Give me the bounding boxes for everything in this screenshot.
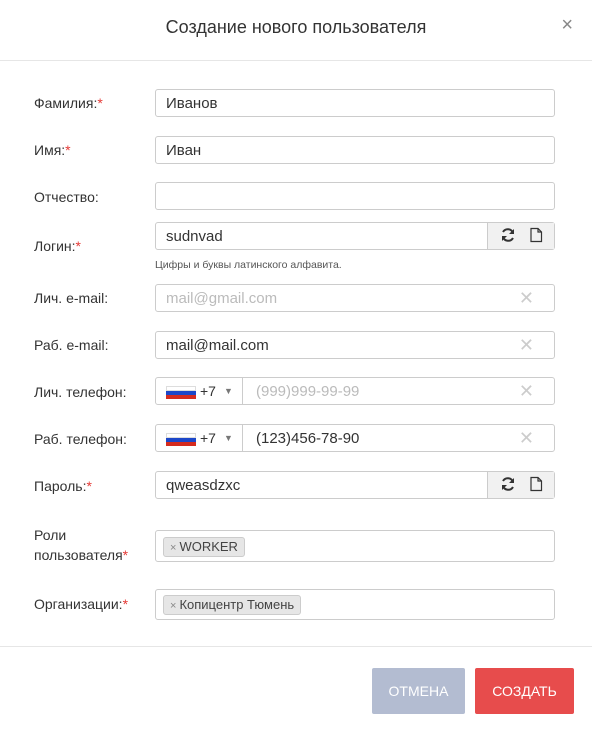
dialog-footer: Отмена Создать (0, 646, 592, 732)
organizations-select[interactable]: × Копицентр Тюмень (155, 589, 555, 620)
login-actions (487, 223, 554, 249)
work-email-input[interactable]: mail@mail.com ✕ (155, 331, 555, 359)
required-mark: * (97, 95, 103, 111)
personal-email-label: Лич. e-mail: (34, 290, 109, 306)
chevron-down-icon: ▼ (224, 433, 233, 443)
login-label: Логин:* (34, 238, 81, 254)
personal-phone-placeholder: (999)999-99-99 (256, 383, 360, 400)
country-code-select[interactable]: +7 ▼ (156, 378, 243, 404)
role-chip: × WORKER (163, 537, 245, 557)
work-phone-label: Раб. телефон: (34, 431, 127, 447)
name-value: Иван (166, 142, 202, 159)
required-mark: * (122, 596, 129, 612)
organizations-label: Организации:* (34, 596, 129, 612)
clear-icon[interactable]: ✕ (519, 335, 534, 355)
remove-chip-icon[interactable]: × (170, 542, 176, 554)
russia-flag-icon (166, 433, 196, 446)
clear-icon[interactable]: ✕ (519, 381, 534, 401)
password-actions (487, 472, 554, 498)
required-mark: * (65, 142, 71, 158)
personal-email-placeholder: mail@gmail.com (166, 290, 278, 307)
country-code: +7 (200, 383, 216, 399)
refresh-icon[interactable] (500, 476, 516, 492)
required-mark: * (122, 547, 129, 563)
clear-icon[interactable]: ✕ (519, 288, 534, 308)
surname-value: Иванов (166, 95, 218, 112)
country-code: +7 (200, 430, 216, 446)
organization-chip: × Копицентр Тюмень (163, 595, 302, 615)
surname-input[interactable]: Иванов (155, 89, 555, 117)
russia-flag-icon (166, 386, 196, 399)
dialog-title: Создание нового пользователя (165, 17, 427, 37)
close-icon[interactable]: × (561, 15, 573, 35)
roles-label: Роли пользователя* (34, 527, 129, 563)
patronymic-label: Отчество: (34, 189, 99, 205)
required-mark: * (86, 478, 92, 494)
roles-select[interactable]: × WORKER (155, 530, 555, 562)
document-icon[interactable] (528, 227, 544, 243)
remove-chip-icon[interactable]: × (170, 600, 176, 612)
login-value: sudnvad (166, 228, 223, 245)
chevron-down-icon: ▼ (224, 386, 233, 396)
create-button[interactable]: Создать (475, 668, 574, 714)
name-input[interactable]: Иван (155, 136, 555, 164)
surname-label: Фамилия:* (34, 95, 103, 111)
password-label: Пароль:* (34, 478, 92, 494)
work-email-value: mail@mail.com (166, 337, 269, 354)
work-phone-input[interactable]: +7 ▼ (123)456-78-90 ✕ (155, 424, 555, 452)
document-icon[interactable] (528, 476, 544, 492)
personal-phone-label: Лич. телефон: (34, 384, 127, 400)
patronymic-input[interactable] (155, 182, 555, 210)
country-code-select[interactable]: +7 ▼ (156, 425, 243, 451)
refresh-icon[interactable] (500, 227, 516, 243)
required-mark: * (75, 238, 81, 254)
login-hint: Цифры и буквы латинского алфавита. (155, 259, 342, 271)
cancel-button[interactable]: Отмена (372, 668, 465, 714)
work-email-label: Раб. e-mail: (34, 337, 109, 353)
login-input[interactable]: sudnvad (155, 222, 555, 250)
personal-phone-input[interactable]: +7 ▼ (999)999-99-99 ✕ (155, 377, 555, 405)
password-value: qweasdzxc (166, 477, 241, 494)
work-phone-value: (123)456-78-90 (256, 430, 360, 447)
name-label: Имя:* (34, 142, 71, 158)
dialog-header: Создание нового пользователя × (0, 0, 592, 61)
password-input[interactable]: qweasdzxc (155, 471, 555, 499)
clear-icon[interactable]: ✕ (519, 428, 534, 448)
personal-email-input[interactable]: mail@gmail.com ✕ (155, 284, 555, 312)
